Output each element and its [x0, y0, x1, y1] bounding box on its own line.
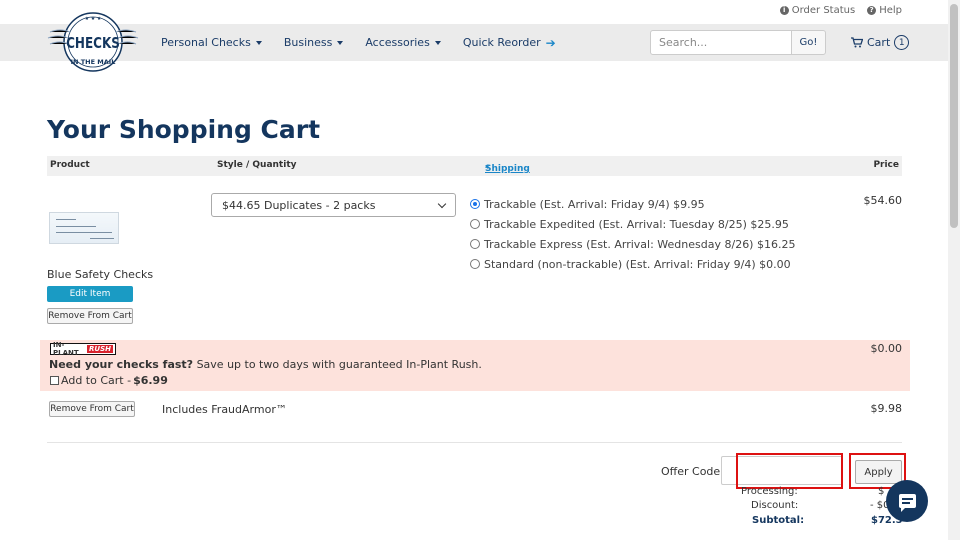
- header-price: Price: [873, 160, 899, 170]
- style-quantity-select[interactable]: $44.65 Duplicates - 2 packs: [211, 193, 456, 217]
- remove-from-cart-button[interactable]: Remove From Cart: [47, 308, 133, 324]
- cart-label: Cart: [867, 36, 891, 49]
- scrollbar-thumb[interactable]: [950, 4, 958, 228]
- rush-headline: Need your checks fast?: [49, 358, 194, 371]
- fraud-remove-button[interactable]: Remove From Cart: [49, 401, 135, 417]
- utility-links: i Order Status ? Help: [779, 5, 902, 16]
- nav-personal-checks-label: Personal Checks: [161, 36, 251, 49]
- question-icon: ?: [867, 6, 877, 15]
- section-divider: [47, 442, 902, 443]
- in-plant-rush-offer: IN-PLANT RUSH Need your checks fast? Sav…: [40, 340, 910, 391]
- cart-table-header: Product Style / Quantity Shipping * Pric…: [47, 156, 902, 176]
- chevron-down-icon: [255, 41, 262, 45]
- arrow-right-icon: ➔: [545, 35, 556, 50]
- product-name[interactable]: Blue Safety Checks: [47, 268, 153, 281]
- rush-logo-text-b: RUSH: [87, 345, 113, 353]
- rush-checkbox[interactable]: [50, 376, 59, 385]
- offer-code-label: Offer Code:: [661, 465, 724, 478]
- search-placeholder: Search...: [659, 36, 708, 49]
- order-status-link[interactable]: i Order Status: [779, 5, 856, 16]
- edit-item-button[interactable]: Edit Item: [47, 286, 133, 302]
- rush-add-to-cart[interactable]: Add to Cart - $6.99: [50, 374, 168, 387]
- subtotal-label: Subtotal:: [752, 515, 805, 526]
- rush-description: Need your checks fast? Save up to two da…: [49, 358, 482, 371]
- rush-price: $0.00: [870, 342, 903, 355]
- in-plant-rush-logo: IN-PLANT RUSH: [50, 341, 116, 357]
- shipping-option-expedited[interactable]: Trackable Expedited (Est. Arrival: Tuesd…: [470, 214, 795, 234]
- style-quantity-value: $44.65 Duplicates - 2 packs: [222, 198, 376, 212]
- page-title: Your Shopping Cart: [47, 115, 321, 144]
- cart-count-badge: 1: [894, 35, 910, 50]
- chevron-down-icon: [337, 41, 344, 45]
- shipping-option-label: Standard (non-trackable) (Est. Arrival: …: [484, 257, 791, 271]
- nav-business-label: Business: [283, 36, 333, 49]
- shipping-info-link[interactable]: Shipping: [485, 164, 530, 174]
- fraud-price: $9.98: [870, 402, 903, 415]
- nav-personal-checks[interactable]: Personal Checks: [161, 36, 262, 49]
- nav-quick-reorder-label: Quick Reorder: [462, 36, 541, 49]
- page-scrollbar[interactable]: [948, 0, 960, 540]
- header-style-quantity: Style / Quantity: [217, 160, 297, 170]
- processing-label: Processing:: [741, 486, 798, 497]
- search-go-button[interactable]: Go!: [791, 30, 826, 55]
- shipping-options: Trackable (Est. Arrival: Friday 9/4) $9.…: [470, 194, 795, 274]
- nav-accessories-label: Accessories: [365, 36, 430, 49]
- offer-code-highlight: [736, 453, 843, 489]
- discount-label: Discount:: [751, 500, 799, 511]
- help-label: Help: [879, 5, 902, 16]
- shipping-option-label: Trackable (Est. Arrival: Friday 9/4) $9.…: [484, 197, 705, 211]
- checks-in-the-mail-logo[interactable]: ★ ★ ★ CHECKS IN THE MAIL: [46, 12, 140, 74]
- chat-icon: [898, 494, 916, 512]
- nav-business[interactable]: Business: [284, 36, 344, 49]
- product-thumbnail: [49, 212, 119, 244]
- svg-text:CHECKS: CHECKS: [66, 35, 120, 53]
- radio-button[interactable]: [470, 239, 480, 249]
- cart-link[interactable]: Cart 1: [851, 35, 910, 50]
- nav-quick-reorder[interactable]: Quick Reorder ➔: [463, 36, 556, 50]
- help-link[interactable]: ? Help: [867, 5, 902, 16]
- processing-value: $: [878, 486, 885, 497]
- nav-menu: Personal Checks Business Accessories Qui…: [161, 24, 556, 61]
- chevron-down-icon: [434, 41, 441, 45]
- shipping-asterisk: *: [485, 164, 490, 174]
- shipping-option-trackable[interactable]: Trackable (Est. Arrival: Friday 9/4) $9.…: [470, 194, 795, 214]
- radio-button[interactable]: [470, 219, 480, 229]
- shopping-cart-icon: [851, 37, 863, 48]
- radio-button[interactable]: [470, 259, 480, 269]
- chat-widget-button[interactable]: [886, 480, 928, 522]
- chevron-down-icon: [437, 199, 447, 208]
- rush-add-label: Add to Cart -: [61, 374, 132, 387]
- shipping-option-label: Trackable Expedited (Est. Arrival: Tuesd…: [484, 217, 789, 231]
- rush-logo-text-a: IN-PLANT: [53, 341, 79, 357]
- radio-button-selected[interactable]: [470, 199, 480, 209]
- order-status-label: Order Status: [791, 5, 856, 16]
- nav-accessories[interactable]: Accessories: [365, 36, 441, 49]
- svg-text:★ ★ ★: ★ ★ ★: [85, 16, 102, 22]
- svg-text:IN THE MAIL: IN THE MAIL: [71, 58, 116, 66]
- shipping-option-standard[interactable]: Standard (non-trackable) (Est. Arrival: …: [470, 254, 795, 274]
- shipping-option-label: Trackable Express (Est. Arrival: Wednesd…: [484, 237, 796, 251]
- header-product: Product: [50, 160, 90, 170]
- fraud-armor-text: Includes FraudArmor™: [162, 403, 287, 416]
- search-input[interactable]: Search...: [650, 30, 792, 55]
- shipping-option-express[interactable]: Trackable Express (Est. Arrival: Wednesd…: [470, 234, 795, 254]
- item-price: $54.60: [863, 194, 903, 207]
- rush-add-price: $6.99: [133, 374, 168, 387]
- rush-body: Save up to two days with guaranteed In-P…: [193, 358, 482, 371]
- info-icon: i: [779, 6, 789, 15]
